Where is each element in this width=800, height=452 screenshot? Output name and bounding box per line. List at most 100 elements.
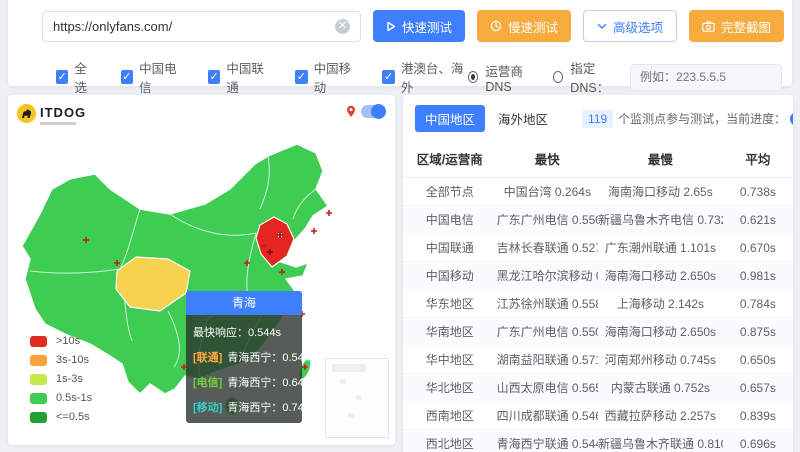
table-cell: 江苏徐州联通 0.558s	[496, 289, 598, 318]
custom-dns-radio[interactable]	[553, 71, 564, 83]
table-cell: 0.784s	[722, 289, 793, 318]
operator-filters: ✓ 全选 ✓ 中国电信 ✓ 中国联通 ✓ 中国移动 ✓ 港澳台、海外	[56, 58, 468, 96]
operator-dns-radio[interactable]	[468, 71, 479, 83]
filter-checkbox-4[interactable]: ✓ 港澳台、海外	[382, 58, 468, 96]
results-card: 中国地区 海外地区 119 个监测点参与测试，当前进度： 100% 区域/运营商…	[403, 95, 793, 452]
tab-china-region[interactable]: 中国地区	[415, 105, 486, 132]
custom-dns-input[interactable]	[630, 63, 783, 91]
table-cell: 新疆乌鲁木齐联通 0.810s	[597, 429, 723, 452]
checkbox-icon: ✓	[120, 70, 134, 84]
table-row: 中国联通 吉林长春联通 0.527s 广东潮州联通 1.101s 0.670s	[403, 233, 793, 262]
table-cell: 新疆乌鲁木齐电信 0.732s	[597, 205, 723, 234]
legend-item: 3s-10s	[30, 354, 92, 366]
table-cell: 西北地区	[403, 429, 497, 452]
table-cell: 0.657s	[722, 373, 793, 402]
table-row: 全部节点 中国台湾 0.264s 海南海口移动 2.65s 0.738s	[403, 177, 793, 206]
table-cell: 中国台湾 0.264s	[496, 177, 598, 206]
table-cell: 中国联通	[403, 233, 497, 262]
south-china-sea-inset	[325, 358, 389, 438]
full-screenshot-button[interactable]: 完整截图	[688, 10, 784, 42]
quick-test-button[interactable]: 快速测试	[372, 10, 465, 42]
table-row: 华中地区 湖南益阳联通 0.571s 河南郑州移动 0.745s 0.650s	[403, 345, 793, 374]
custom-dns-label: 指定DNS：	[570, 62, 610, 95]
checkbox-icon: ✓	[207, 70, 221, 84]
table-row: 华东地区 江苏徐州联通 0.558s 上海移动 2.142s 0.784s	[403, 289, 793, 318]
checkbox-icon: ✓	[56, 70, 69, 84]
table-cell: 黑龙江哈尔滨移动 0.584s	[496, 261, 598, 290]
clear-icon[interactable]: ✕	[334, 18, 350, 34]
table-cell: 0.670s	[722, 233, 793, 262]
table-cell: 0.981s	[722, 261, 793, 290]
table-cell: 华北地区	[403, 373, 497, 402]
chevron-down-icon	[597, 23, 607, 29]
legend-item: 1s-3s	[30, 373, 92, 385]
legend-swatch	[30, 335, 47, 347]
tooltip-operator-line: [联通] 青海西宁：0.544s	[193, 352, 316, 364]
operator-tag: [联通]	[193, 352, 223, 364]
table-row: 中国移动黑龙江哈尔滨移动 0.584s海南海口移动 2.650s0.981s	[403, 261, 793, 290]
operator-tag: [电信]	[193, 377, 223, 389]
table-row: 华南地区 广东广州电信 0.550s 海南海口移动 2.650s 0.875s	[403, 317, 793, 346]
advanced-options-label: 高级选项	[612, 20, 663, 35]
filter-checkbox-1[interactable]: ✓ 中国电信	[120, 58, 184, 96]
play-icon	[387, 21, 396, 31]
table-cell: 0.875s	[722, 317, 793, 346]
quick-test-label: 快速测试	[401, 20, 452, 35]
table-cell: 西南地区	[403, 401, 497, 430]
dns-options: 运营商DNS 指定DNS：	[468, 58, 783, 96]
advanced-options-button[interactable]: 高级选项	[582, 10, 677, 42]
table-cell: 华中地区	[403, 345, 497, 374]
url-input[interactable]	[53, 18, 335, 34]
table-cell: 上海移动 2.142s	[597, 289, 723, 318]
table-body: 全部节点 中国台湾 0.264s 海南海口移动 2.65s 0.738s 中国电信 广东广…	[403, 177, 793, 452]
table-cell: 0.696s	[722, 429, 793, 452]
column-header: 最快	[496, 141, 598, 178]
table-cell: 广东广州电信 0.550s	[496, 317, 598, 346]
tooltip-fastest: 最快响应：0.544s	[193, 327, 282, 339]
tab-overseas-region[interactable]: 海外地区	[498, 109, 548, 128]
table-row: 中国电信 广东广州电信 0.550s 新疆乌鲁木齐电信 0.732s 0.621s	[403, 205, 793, 234]
tooltip-title: 青海	[186, 291, 302, 315]
filter-checkbox-3[interactable]: ✓ 中国移动	[295, 58, 358, 96]
table-cell: 海南海口移动 2.650s	[597, 261, 723, 290]
legend-swatch	[30, 392, 47, 404]
table-header-row: 区域/运营商 最快 最慢 平均	[403, 141, 793, 178]
column-header: 平均	[722, 141, 793, 178]
progress-text: 个监测点参与测试，当前进度：	[618, 112, 787, 126]
table-cell: 山西太原电信 0.565s	[496, 373, 598, 402]
table-cell: 全部节点	[403, 177, 497, 206]
operator-dns-label: 运营商DNS	[485, 64, 523, 94]
checkbox-icon: ✓	[295, 70, 308, 84]
table-cell: 中国移动	[403, 261, 497, 290]
table-cell: 广东潮州联通 1.101s	[597, 233, 723, 262]
legend-swatch	[30, 354, 47, 366]
camera-icon	[702, 20, 715, 32]
filter-checkbox-2[interactable]: ✓ 中国联通	[207, 58, 271, 96]
legend-item: <=0.5s	[30, 411, 92, 423]
legend-swatch	[30, 411, 47, 423]
table-cell: 广东广州电信 0.550s	[496, 205, 598, 234]
checkbox-icon: ✓	[382, 70, 395, 84]
map-card: ITDOG 青海 最快响应：0.544s [联通] 青海西宁：0.544s [电…	[8, 95, 395, 445]
clock-icon	[490, 20, 502, 32]
table-cell: 海南海口移动 2.650s	[597, 317, 723, 346]
table-cell: 西藏拉萨移动 2.257s	[597, 401, 723, 430]
map-marker-toggle[interactable]	[361, 104, 386, 119]
toolbar-card: ✕ 快速测试 慢速测试 高级选项 完整截图 ✓全选 ✓中国电信 ✓中国联通 ✓中国移动…	[8, 0, 792, 95]
filter-checkbox-0[interactable]: ✓ 全选	[56, 58, 97, 96]
table-cell: 内蒙古联通 0.752s	[597, 373, 723, 402]
legend-item: 0.5s-1s	[30, 392, 92, 404]
table-cell: 四川成都联通 0.546s	[496, 401, 598, 430]
table-row: 西北地区 青海西宁联通 0.544s 新疆乌鲁木齐联通 0.810s 0.696s	[403, 429, 793, 452]
legend-item: >10s	[30, 335, 92, 347]
table-cell: 湖南益阳联通 0.571s	[496, 345, 598, 374]
table-cell: 青海西宁联通 0.544s	[496, 429, 598, 452]
table-cell: 中国电信	[403, 205, 497, 234]
map-legend: >10s 3s-10s 1s-3s 0.5s-1s <=0.5s	[30, 335, 92, 423]
slow-test-button[interactable]: 慢速测试	[476, 10, 571, 42]
url-input-wrap[interactable]: ✕	[42, 10, 361, 42]
table-cell: 海南海口移动 2.65s	[597, 177, 723, 206]
tooltip-operator-line: [移动] 青海西宁：0.748s	[193, 402, 316, 414]
tooltip-operator-line: [电信] 青海西宁：0.640s	[193, 377, 316, 389]
column-header: 区域/运营商	[403, 141, 497, 178]
